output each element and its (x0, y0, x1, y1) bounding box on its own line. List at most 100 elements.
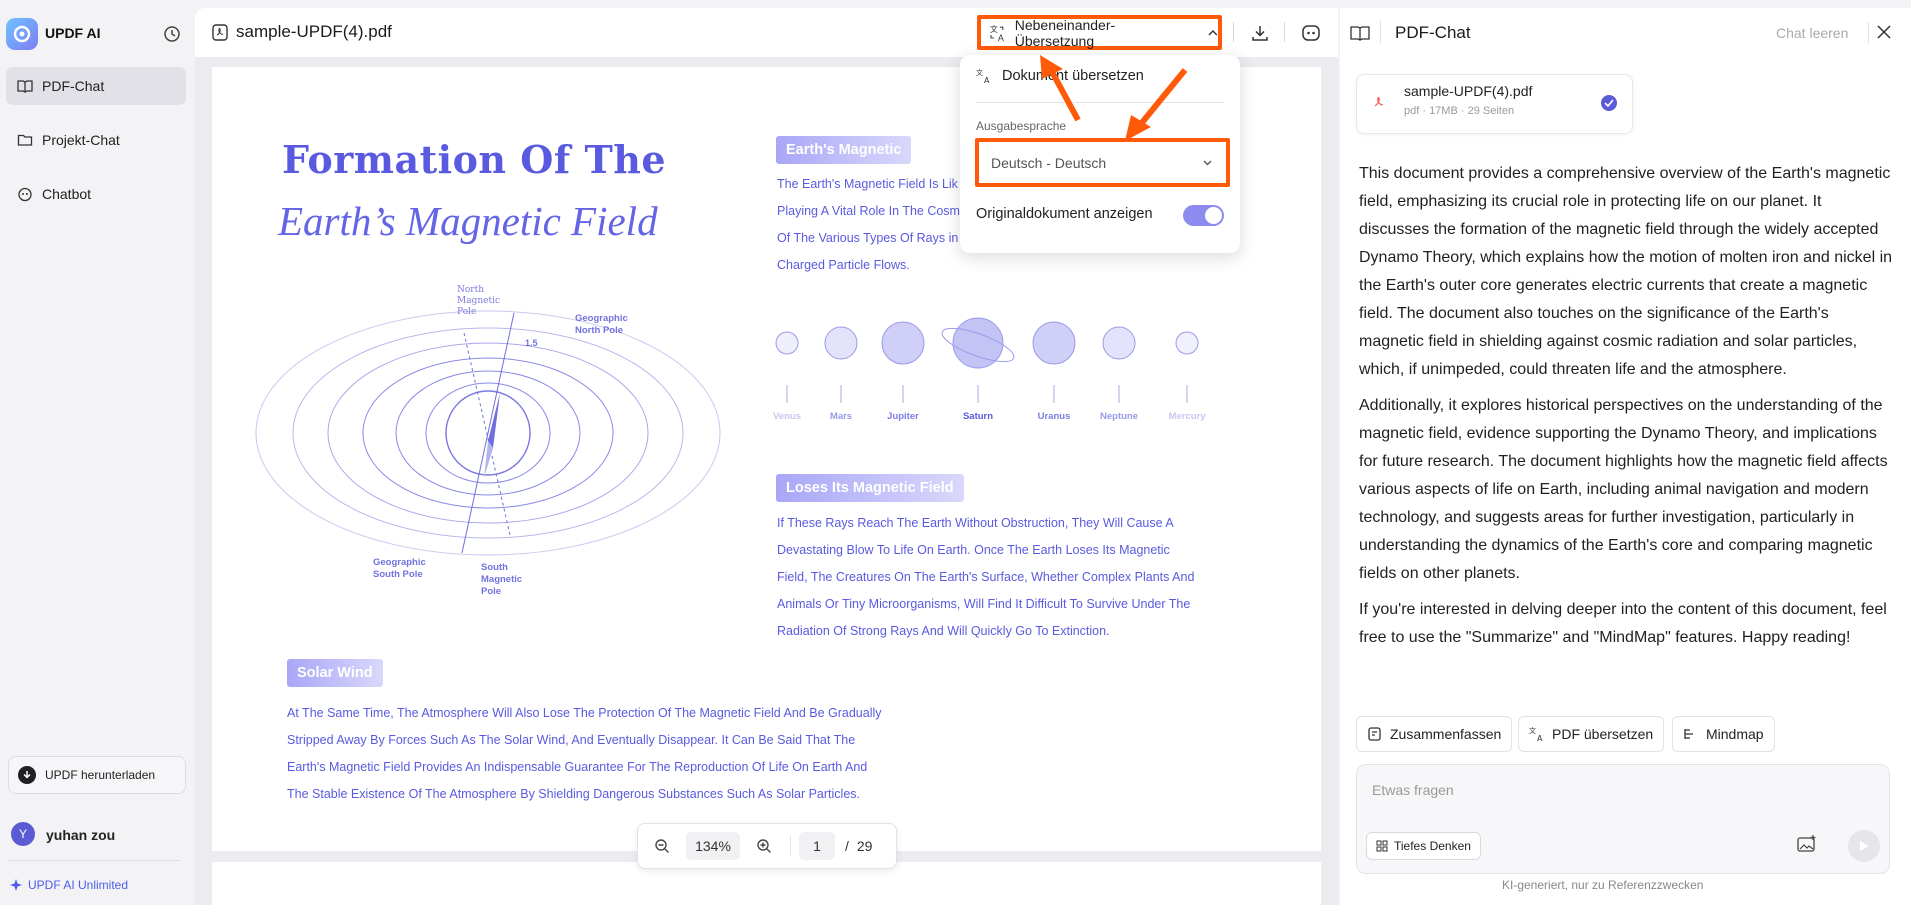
text-line: Radiation Of Strong Rays And Will Quickl… (777, 624, 1110, 638)
message-paragraph: If you're interested in delving deeper i… (1359, 601, 1887, 646)
sidebar-item-label: Chatbot (42, 186, 92, 202)
divider (1868, 22, 1869, 44)
attached-file-meta: pdf · 17MB · 29 Seiten (1404, 105, 1515, 117)
zoom-out-icon[interactable] (654, 838, 670, 854)
south-magnetic-pole-label: South Magnetic Pole (481, 562, 523, 597)
ai-assistant-icon[interactable] (1300, 22, 1322, 44)
message-paragraph: This document provides a comprehensive o… (1359, 165, 1893, 378)
image-upload-icon[interactable] (1797, 835, 1817, 853)
attached-file-name: sample-UPDF(4).pdf (1404, 83, 1533, 99)
document-filename: sample-UPDF(4).pdf (236, 22, 392, 41)
geographic-north-pole-label: Geographic North Pole (575, 313, 628, 336)
summarize-label: Zusammenfassen (1390, 726, 1502, 742)
planets-illustration (770, 315, 1210, 405)
pdf-file-icon (1372, 95, 1386, 109)
divider (790, 836, 791, 856)
planet-label: Jupiter (887, 411, 919, 422)
chat-title: PDF-Chat (1395, 23, 1471, 42)
send-button[interactable] (1848, 830, 1880, 862)
pdf-title-line1: Formation Of The (282, 137, 667, 182)
download-label: UPDF herunterladen (45, 768, 156, 782)
translate-icon: 文A (976, 68, 990, 84)
zoom-level[interactable]: 134% (686, 832, 740, 860)
close-icon[interactable] (1877, 25, 1891, 39)
sidebar-item-label: Projekt-Chat (42, 132, 120, 148)
translate-icon: 文A (1529, 726, 1543, 742)
deep-think-label: Tiefes Denken (1394, 839, 1471, 853)
section-heading: Earth's Magnetic (776, 136, 912, 164)
translate-pdf-button[interactable]: 文A PDF übersetzen (1518, 716, 1665, 752)
mindmap-icon (1684, 729, 1693, 739)
divider (1380, 20, 1381, 44)
chevron-up-icon (1208, 29, 1218, 35)
download-icon[interactable] (1249, 22, 1271, 44)
sidebar-item-pdf-chat[interactable]: PDF-Chat (6, 67, 186, 105)
download-updf-button[interactable]: UPDF herunterladen (8, 756, 186, 794)
text-line: Charged Particle Flows. (777, 258, 910, 272)
planet-label: Saturn (962, 411, 994, 422)
pdf-file-icon (212, 24, 228, 41)
clear-chat-button[interactable]: Chat leeren (1776, 25, 1848, 41)
history-icon[interactable] (162, 24, 182, 44)
svg-text:A: A (1537, 734, 1543, 742)
zoom-in-icon[interactable] (756, 838, 772, 854)
sidebar-item-projekt-chat[interactable]: Projekt-Chat (6, 121, 186, 159)
summarize-button[interactable]: Zusammenfassen (1356, 716, 1513, 752)
show-original-label: Originaldokument anzeigen (976, 206, 1153, 222)
svg-text:A: A (998, 33, 1004, 41)
summarize-icon (1368, 727, 1381, 741)
mindmap-button[interactable]: Mindmap (1672, 716, 1775, 752)
deep-think-toggle[interactable]: Tiefes Denken (1366, 832, 1481, 860)
text-line: At The Same Time, The Atmosphere Will Al… (287, 706, 882, 720)
updf-logo-icon (6, 18, 38, 50)
avatar[interactable]: Y (11, 822, 35, 846)
translate-pdf-label: PDF übersetzen (1552, 726, 1654, 742)
planet-label: Mercury (1168, 411, 1206, 422)
check-icon (1601, 95, 1617, 111)
chat-input-placeholder[interactable]: Etwas fragen (1372, 782, 1454, 798)
divider (1284, 22, 1285, 42)
section-paragraph: At The Same Time, The Atmosphere Will Al… (287, 700, 907, 808)
north-magnetic-pole-label: North Magnetic Pole (457, 285, 501, 317)
svg-text:A: A (984, 76, 990, 84)
mindmap-label: Mindmap (1706, 726, 1764, 742)
sidebar-item-chatbot[interactable]: Chatbot (6, 175, 186, 213)
divider (1233, 22, 1234, 42)
section-heading: Loses Its Magnetic Field (776, 474, 964, 502)
book-icon (17, 80, 33, 93)
book-icon[interactable] (1350, 24, 1370, 42)
annotation-arrow-icon (1030, 55, 1200, 165)
page-number-input[interactable]: 1 (799, 832, 835, 860)
text-line: The Stable Existence Of The Atmosphere B… (287, 787, 860, 801)
user-name[interactable]: yuhan zou (46, 827, 115, 843)
planet-label: Uranus (1037, 411, 1071, 422)
translation-mode-button[interactable]: 文A Nebeneinander-Übersetzung (977, 15, 1222, 50)
angle-label: 1.5 (525, 338, 538, 348)
unlimited-label: UPDF AI Unlimited (28, 878, 129, 892)
pdf-title-line2: Earth’s Magnetic Field (278, 198, 658, 244)
translate-icon: 文A (990, 24, 1004, 42)
chat-message: This document provides a comprehensive o… (1359, 160, 1894, 660)
folder-icon (17, 134, 33, 146)
updf-ai-unlimited-link[interactable]: UPDF AI Unlimited (10, 878, 128, 892)
page-separator: / (845, 838, 849, 854)
planet-label: Neptune (1100, 411, 1138, 422)
bot-icon (18, 187, 32, 202)
text-line: Earth's Magnetic Field Provides An Indis… (287, 760, 868, 774)
sparkle-icon (10, 879, 22, 891)
message-paragraph: Additionally, it explores historical per… (1359, 397, 1888, 582)
text-line: The Earth's Magnetic Field Is Lik (777, 177, 958, 191)
divider (8, 860, 180, 861)
ai-disclaimer: KI-generiert, nur zu Referenzzwecken (1502, 878, 1704, 892)
brand-name: UPDF AI (45, 25, 101, 41)
magnetic-field-diagram (252, 283, 742, 603)
translation-mode-label: Nebeneinander-Übersetzung (1014, 16, 1116, 49)
zoom-toolbar: 134% 1 / 29 (637, 823, 897, 869)
send-icon (1860, 841, 1869, 851)
text-line: Devastating Blow To Life On Earth. Once … (777, 543, 1170, 557)
chevron-down-icon (1203, 160, 1212, 165)
grid-icon (1376, 840, 1388, 852)
geographic-south-pole-label: Geographic South Pole (373, 557, 426, 580)
sidebar-item-label: PDF-Chat (42, 78, 105, 94)
section-paragraph: If These Rays Reach The Earth Without Ob… (777, 510, 1217, 645)
